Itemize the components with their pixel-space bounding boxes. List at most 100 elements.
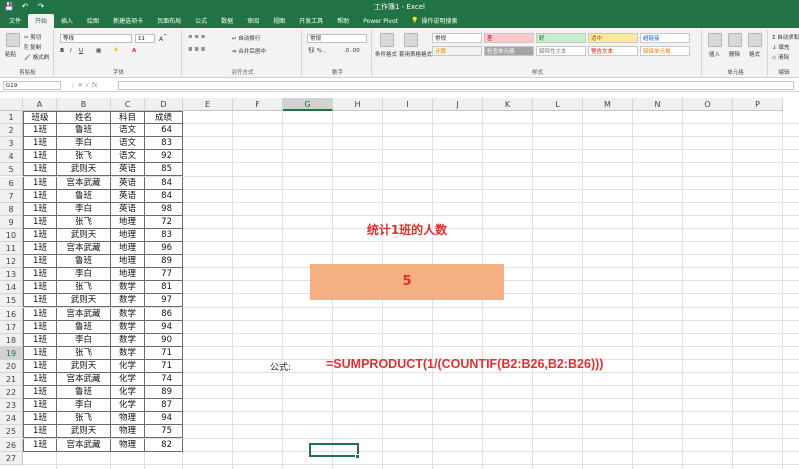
formula-input[interactable] bbox=[118, 81, 794, 90]
table-cell[interactable]: 1班 bbox=[23, 242, 57, 256]
table-cell[interactable]: 1班 bbox=[23, 163, 57, 177]
table-cell[interactable]: 64 bbox=[145, 124, 183, 138]
table-cell[interactable]: 86 bbox=[145, 307, 183, 321]
select-all-corner[interactable] bbox=[0, 98, 23, 111]
cell-style-option[interactable]: 链接单元格 bbox=[640, 46, 690, 56]
table-cell[interactable]: 1班 bbox=[23, 412, 57, 426]
format-as-table-icon[interactable] bbox=[404, 33, 418, 47]
column-header[interactable]: K bbox=[483, 98, 533, 111]
tab-page-layout[interactable]: 页面布局 bbox=[150, 14, 188, 28]
row-header[interactable]: 3 bbox=[0, 137, 23, 151]
table-cell[interactable]: 90 bbox=[145, 333, 183, 347]
table-cell[interactable]: 71 bbox=[145, 346, 183, 360]
row-header[interactable]: 16 bbox=[0, 307, 23, 321]
table-cell[interactable]: 语文 bbox=[111, 150, 145, 164]
format-cells-icon[interactable] bbox=[748, 33, 762, 47]
row-header[interactable]: 18 bbox=[0, 333, 23, 347]
column-header[interactable]: A bbox=[23, 98, 57, 111]
table-cell[interactable]: 地理 bbox=[111, 215, 145, 229]
table-cell[interactable]: 1班 bbox=[23, 189, 57, 203]
table-cell[interactable]: 张飞 bbox=[57, 346, 111, 360]
table-cell[interactable]: 1班 bbox=[23, 255, 57, 269]
table-cell[interactable]: 英语 bbox=[111, 189, 145, 203]
autosum-button[interactable]: Σ 自动求和 bbox=[772, 33, 799, 41]
table-cell[interactable]: 84 bbox=[145, 176, 183, 190]
table-cell[interactable]: 1班 bbox=[23, 294, 57, 308]
table-cell[interactable]: 89 bbox=[145, 386, 183, 400]
cell-style-option[interactable]: 超链接 bbox=[640, 33, 690, 43]
border-icon[interactable]: ▦ bbox=[96, 48, 101, 54]
row-header[interactable]: 27 bbox=[0, 451, 23, 465]
format-cells-button[interactable]: 格式 bbox=[749, 50, 760, 58]
table-cell[interactable]: 1班 bbox=[23, 202, 57, 216]
conditional-format-icon[interactable] bbox=[380, 33, 394, 47]
result-cell[interactable]: 5 bbox=[310, 264, 504, 300]
table-cell[interactable]: 75 bbox=[145, 425, 183, 439]
active-cell-g19[interactable] bbox=[309, 443, 359, 457]
format-as-table-button[interactable]: 套用表格格式 bbox=[399, 50, 432, 58]
tab-view[interactable]: 视图 bbox=[266, 14, 292, 28]
column-header[interactable]: M bbox=[583, 98, 633, 111]
cell-style-option[interactable]: 差 bbox=[484, 33, 534, 43]
table-cell[interactable]: 成绩 bbox=[145, 111, 183, 125]
delete-cells-button[interactable]: 删除 bbox=[729, 50, 740, 58]
row-header[interactable]: 6 bbox=[0, 176, 23, 190]
cut-button[interactable]: ✂ 剪切 bbox=[24, 33, 41, 41]
table-cell[interactable]: 94 bbox=[145, 320, 183, 334]
table-cell[interactable]: 1班 bbox=[23, 320, 57, 334]
table-cell[interactable]: 物理 bbox=[111, 438, 145, 452]
row-header[interactable]: 14 bbox=[0, 281, 23, 295]
row-header[interactable]: 19 bbox=[0, 346, 23, 360]
table-cell[interactable]: 张飞 bbox=[57, 215, 111, 229]
tab-insert[interactable]: 插入 bbox=[54, 14, 80, 28]
row-header[interactable]: 10 bbox=[0, 228, 23, 242]
table-cell[interactable]: 1班 bbox=[23, 215, 57, 229]
row-header[interactable]: 4 bbox=[0, 150, 23, 164]
italic-button[interactable]: I bbox=[70, 48, 72, 54]
table-cell[interactable]: 英语 bbox=[111, 202, 145, 216]
table-cell[interactable]: 武则天 bbox=[57, 294, 111, 308]
table-cell[interactable]: 班级 bbox=[23, 111, 57, 125]
table-cell[interactable]: 李白 bbox=[57, 202, 111, 216]
table-cell[interactable]: 物理 bbox=[111, 412, 145, 426]
font-size-select[interactable]: 11 bbox=[135, 34, 155, 43]
table-cell[interactable]: 92 bbox=[145, 150, 183, 164]
fx-icon[interactable]: ⋮ ✕ ✓ fx bbox=[70, 82, 97, 89]
fill-color-icon[interactable]: ◈ bbox=[114, 47, 118, 53]
align-left-icon[interactable]: ≣ ≣ ≣ bbox=[188, 47, 205, 53]
format-painter-button[interactable]: 🖌 格式刷 bbox=[24, 53, 49, 61]
column-header[interactable]: L bbox=[533, 98, 583, 111]
number-format-select[interactable]: 常规 bbox=[307, 34, 367, 43]
row-header[interactable]: 26 bbox=[0, 438, 23, 452]
merge-center-button[interactable]: ⇔ 合并后居中 bbox=[232, 47, 266, 55]
table-cell[interactable]: 宫本武藏 bbox=[57, 242, 111, 256]
table-cell[interactable]: 74 bbox=[145, 373, 183, 387]
table-cell[interactable]: 武则天 bbox=[57, 359, 111, 373]
table-cell[interactable]: 武则天 bbox=[57, 228, 111, 242]
column-header[interactable]: C bbox=[111, 98, 145, 111]
tab-data[interactable]: 数据 bbox=[214, 14, 240, 28]
cell-style-option[interactable]: 常规 bbox=[432, 33, 482, 43]
table-cell[interactable]: 1班 bbox=[23, 124, 57, 138]
paste-icon[interactable] bbox=[6, 33, 20, 47]
table-cell[interactable]: 1班 bbox=[23, 268, 57, 282]
row-header[interactable]: 8 bbox=[0, 202, 23, 216]
table-cell[interactable]: 武则天 bbox=[57, 163, 111, 177]
table-cell[interactable]: 72 bbox=[145, 215, 183, 229]
table-cell[interactable]: 77 bbox=[145, 268, 183, 282]
wrap-text-button[interactable]: ↵ 自动换行 bbox=[232, 34, 260, 42]
cell-style-option[interactable]: 计算 bbox=[432, 46, 482, 56]
column-header[interactable]: P bbox=[733, 98, 783, 111]
fill-button[interactable]: ↓ 填充 bbox=[772, 43, 789, 51]
column-header[interactable]: E bbox=[183, 98, 233, 111]
cell-style-option[interactable]: 解释性文本 bbox=[536, 46, 586, 56]
table-cell[interactable]: 化学 bbox=[111, 386, 145, 400]
table-cell[interactable]: 1班 bbox=[23, 346, 57, 360]
font-grow-icon[interactable]: A^ bbox=[159, 34, 167, 43]
table-cell[interactable]: 82 bbox=[145, 438, 183, 452]
table-cell[interactable]: 1班 bbox=[23, 438, 57, 452]
delete-cells-icon[interactable] bbox=[728, 33, 742, 47]
cell-style-option[interactable]: 检查单元格 bbox=[484, 46, 534, 56]
tab-file[interactable]: 文件 bbox=[2, 14, 28, 28]
row-header[interactable]: 13 bbox=[0, 268, 23, 282]
